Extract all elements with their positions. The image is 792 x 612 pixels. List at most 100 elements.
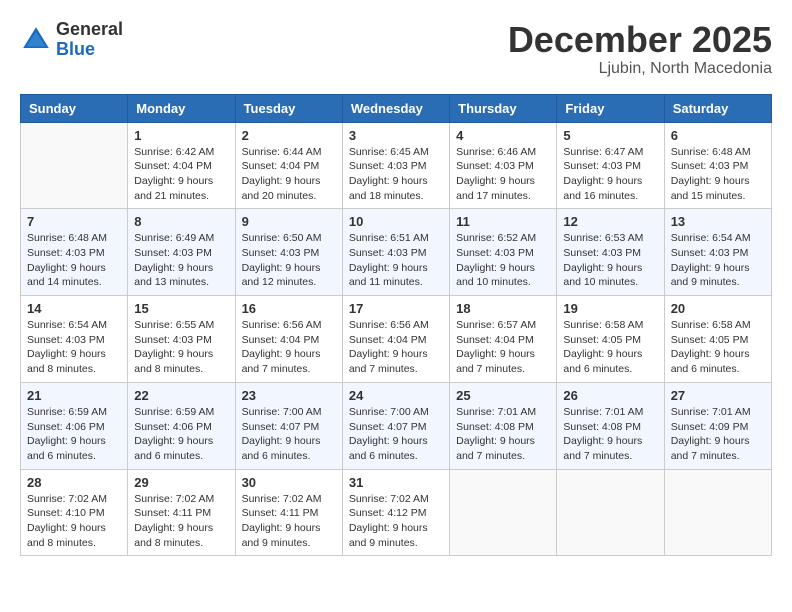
calendar-cell: 16 Sunrise: 6:56 AM Sunset: 4:04 PM Dayli… bbox=[235, 296, 342, 383]
day-number: 21 bbox=[27, 388, 121, 403]
calendar-cell: 25Sunrise: 7:01 AM Sunset: 4:08 PM Dayli… bbox=[450, 382, 557, 469]
calendar-cell: 15Sunrise: 6:55 AM Sunset: 4:03 PM Dayli… bbox=[128, 296, 235, 383]
day-info: Sunrise: 6:58 AM Sunset: 4:05 PM Dayligh… bbox=[671, 318, 765, 377]
day-info: Sunrise: 7:00 AM Sunset: 4:07 PM Dayligh… bbox=[242, 405, 336, 464]
day-info: Sunrise: 7:00 AM Sunset: 4:07 PM Dayligh… bbox=[349, 405, 443, 464]
day-info: Sunrise: 6:54 AM Sunset: 4:03 PM Dayligh… bbox=[27, 318, 121, 377]
calendar-cell: 29 Sunrise: 7:02 AM Sunset: 4:11 PM Dayli… bbox=[128, 469, 235, 556]
month-title: December 2025 bbox=[508, 20, 772, 60]
calendar-cell: 1 Sunrise: 6:42 AM Sunset: 4:04 PM Daylig… bbox=[128, 122, 235, 209]
day-number: 6 bbox=[671, 128, 765, 143]
calendar-cell: 3 Sunrise: 6:45 AM Sunset: 4:03 PM Daylig… bbox=[342, 122, 449, 209]
calendar-cell: 23Sunrise: 7:00 AM Sunset: 4:07 PM Dayli… bbox=[235, 382, 342, 469]
day-info: Sunrise: 6:56 AM Sunset: 4:04 PM Dayligh… bbox=[349, 318, 443, 377]
day-number: 27 bbox=[671, 388, 765, 403]
day-number: 4 bbox=[456, 128, 550, 143]
day-number: 30 bbox=[242, 475, 336, 490]
weekday-header-wednesday: Wednesday bbox=[342, 94, 449, 122]
day-number: 5 bbox=[563, 128, 657, 143]
day-info: Sunrise: 7:02 AM Sunset: 4:10 PM Dayligh… bbox=[27, 492, 121, 551]
calendar-cell bbox=[21, 122, 128, 209]
day-number: 26 bbox=[563, 388, 657, 403]
calendar-week-row: 28Sunrise: 7:02 AM Sunset: 4:10 PM Dayli… bbox=[21, 469, 772, 556]
calendar-cell bbox=[557, 469, 664, 556]
day-info: Sunrise: 6:56 AM Sunset: 4:04 PM Dayligh… bbox=[242, 318, 336, 377]
logo-icon bbox=[20, 24, 52, 56]
calendar-cell: 26Sunrise: 7:01 AM Sunset: 4:08 PM Dayli… bbox=[557, 382, 664, 469]
day-number: 9 bbox=[242, 214, 336, 229]
day-info: Sunrise: 6:59 AM Sunset: 4:06 PM Dayligh… bbox=[134, 405, 228, 464]
day-number: 16 bbox=[242, 301, 336, 316]
day-number: 29 bbox=[134, 475, 228, 490]
logo: General Blue bbox=[20, 20, 123, 60]
day-info: Sunrise: 7:02 AM Sunset: 4:11 PM Dayligh… bbox=[242, 492, 336, 551]
calendar-cell: 19 Sunrise: 6:58 AM Sunset: 4:05 PM Dayli… bbox=[557, 296, 664, 383]
location-subtitle: Ljubin, North Macedonia bbox=[508, 60, 772, 78]
day-number: 18 bbox=[456, 301, 550, 316]
calendar-week-row: 21 Sunrise: 6:59 AM Sunset: 4:06 PM Dayli… bbox=[21, 382, 772, 469]
weekday-header-tuesday: Tuesday bbox=[235, 94, 342, 122]
weekday-header-row: SundayMondayTuesdayWednesdayThursdayFrid… bbox=[21, 94, 772, 122]
day-info: Sunrise: 6:57 AM Sunset: 4:04 PM Dayligh… bbox=[456, 318, 550, 377]
day-info: Sunrise: 6:45 AM Sunset: 4:03 PM Dayligh… bbox=[349, 145, 443, 204]
day-info: Sunrise: 7:02 AM Sunset: 4:11 PM Dayligh… bbox=[134, 492, 228, 551]
calendar-cell: 10Sunrise: 6:51 AM Sunset: 4:03 PM Dayli… bbox=[342, 209, 449, 296]
calendar-cell: 11 Sunrise: 6:52 AM Sunset: 4:03 PM Dayli… bbox=[450, 209, 557, 296]
calendar-cell: 6 Sunrise: 6:48 AM Sunset: 4:03 PM Daylig… bbox=[664, 122, 771, 209]
day-number: 2 bbox=[242, 128, 336, 143]
calendar-cell: 13 Sunrise: 6:54 AM Sunset: 4:03 PM Dayli… bbox=[664, 209, 771, 296]
calendar-cell: 4Sunrise: 6:46 AM Sunset: 4:03 PM Daylig… bbox=[450, 122, 557, 209]
weekday-header-friday: Friday bbox=[557, 94, 664, 122]
day-info: Sunrise: 6:47 AM Sunset: 4:03 PM Dayligh… bbox=[563, 145, 657, 204]
logo-text: General Blue bbox=[56, 20, 123, 60]
calendar-cell: 7Sunrise: 6:48 AM Sunset: 4:03 PM Daylig… bbox=[21, 209, 128, 296]
day-number: 3 bbox=[349, 128, 443, 143]
calendar-cell bbox=[450, 469, 557, 556]
day-number: 1 bbox=[134, 128, 228, 143]
day-number: 31 bbox=[349, 475, 443, 490]
calendar-cell: 5 Sunrise: 6:47 AM Sunset: 4:03 PM Daylig… bbox=[557, 122, 664, 209]
calendar-cell: 31 Sunrise: 7:02 AM Sunset: 4:12 PM Dayli… bbox=[342, 469, 449, 556]
calendar-week-row: 14Sunrise: 6:54 AM Sunset: 4:03 PM Dayli… bbox=[21, 296, 772, 383]
calendar-cell: 21 Sunrise: 6:59 AM Sunset: 4:06 PM Dayli… bbox=[21, 382, 128, 469]
calendar-cell bbox=[664, 469, 771, 556]
day-info: Sunrise: 6:42 AM Sunset: 4:04 PM Dayligh… bbox=[134, 145, 228, 204]
day-number: 13 bbox=[671, 214, 765, 229]
day-info: Sunrise: 6:44 AM Sunset: 4:04 PM Dayligh… bbox=[242, 145, 336, 204]
title-block: December 2025 Ljubin, North Macedonia bbox=[508, 20, 772, 78]
weekday-header-saturday: Saturday bbox=[664, 94, 771, 122]
day-info: Sunrise: 7:02 AM Sunset: 4:12 PM Dayligh… bbox=[349, 492, 443, 551]
day-number: 24 bbox=[349, 388, 443, 403]
day-number: 15 bbox=[134, 301, 228, 316]
day-info: Sunrise: 6:48 AM Sunset: 4:03 PM Dayligh… bbox=[671, 145, 765, 204]
weekday-header-thursday: Thursday bbox=[450, 94, 557, 122]
day-number: 11 bbox=[456, 214, 550, 229]
day-number: 25 bbox=[456, 388, 550, 403]
calendar-cell: 17Sunrise: 6:56 AM Sunset: 4:04 PM Dayli… bbox=[342, 296, 449, 383]
day-number: 19 bbox=[563, 301, 657, 316]
day-info: Sunrise: 6:54 AM Sunset: 4:03 PM Dayligh… bbox=[671, 231, 765, 290]
day-info: Sunrise: 6:49 AM Sunset: 4:03 PM Dayligh… bbox=[134, 231, 228, 290]
calendar-cell: 8 Sunrise: 6:49 AM Sunset: 4:03 PM Daylig… bbox=[128, 209, 235, 296]
calendar-cell: 30 Sunrise: 7:02 AM Sunset: 4:11 PM Dayli… bbox=[235, 469, 342, 556]
calendar-cell: 2 Sunrise: 6:44 AM Sunset: 4:04 PM Daylig… bbox=[235, 122, 342, 209]
day-info: Sunrise: 6:50 AM Sunset: 4:03 PM Dayligh… bbox=[242, 231, 336, 290]
calendar-cell: 22Sunrise: 6:59 AM Sunset: 4:06 PM Dayli… bbox=[128, 382, 235, 469]
weekday-header-sunday: Sunday bbox=[21, 94, 128, 122]
day-info: Sunrise: 6:51 AM Sunset: 4:03 PM Dayligh… bbox=[349, 231, 443, 290]
calendar-cell: 27Sunrise: 7:01 AM Sunset: 4:09 PM Dayli… bbox=[664, 382, 771, 469]
day-info: Sunrise: 6:58 AM Sunset: 4:05 PM Dayligh… bbox=[563, 318, 657, 377]
calendar-cell: 24 Sunrise: 7:00 AM Sunset: 4:07 PM Dayli… bbox=[342, 382, 449, 469]
calendar-cell: 9 Sunrise: 6:50 AM Sunset: 4:03 PM Daylig… bbox=[235, 209, 342, 296]
day-number: 8 bbox=[134, 214, 228, 229]
calendar-week-row: 1 Sunrise: 6:42 AM Sunset: 4:04 PM Daylig… bbox=[21, 122, 772, 209]
calendar-cell: 18 Sunrise: 6:57 AM Sunset: 4:04 PM Dayli… bbox=[450, 296, 557, 383]
calendar-cell: 12Sunrise: 6:53 AM Sunset: 4:03 PM Dayli… bbox=[557, 209, 664, 296]
day-number: 7 bbox=[27, 214, 121, 229]
day-info: Sunrise: 6:53 AM Sunset: 4:03 PM Dayligh… bbox=[563, 231, 657, 290]
day-number: 20 bbox=[671, 301, 765, 316]
page-header: General Blue December 2025 Ljubin, North… bbox=[20, 20, 772, 78]
day-info: Sunrise: 6:52 AM Sunset: 4:03 PM Dayligh… bbox=[456, 231, 550, 290]
weekday-header-monday: Monday bbox=[128, 94, 235, 122]
day-info: Sunrise: 6:59 AM Sunset: 4:06 PM Dayligh… bbox=[27, 405, 121, 464]
